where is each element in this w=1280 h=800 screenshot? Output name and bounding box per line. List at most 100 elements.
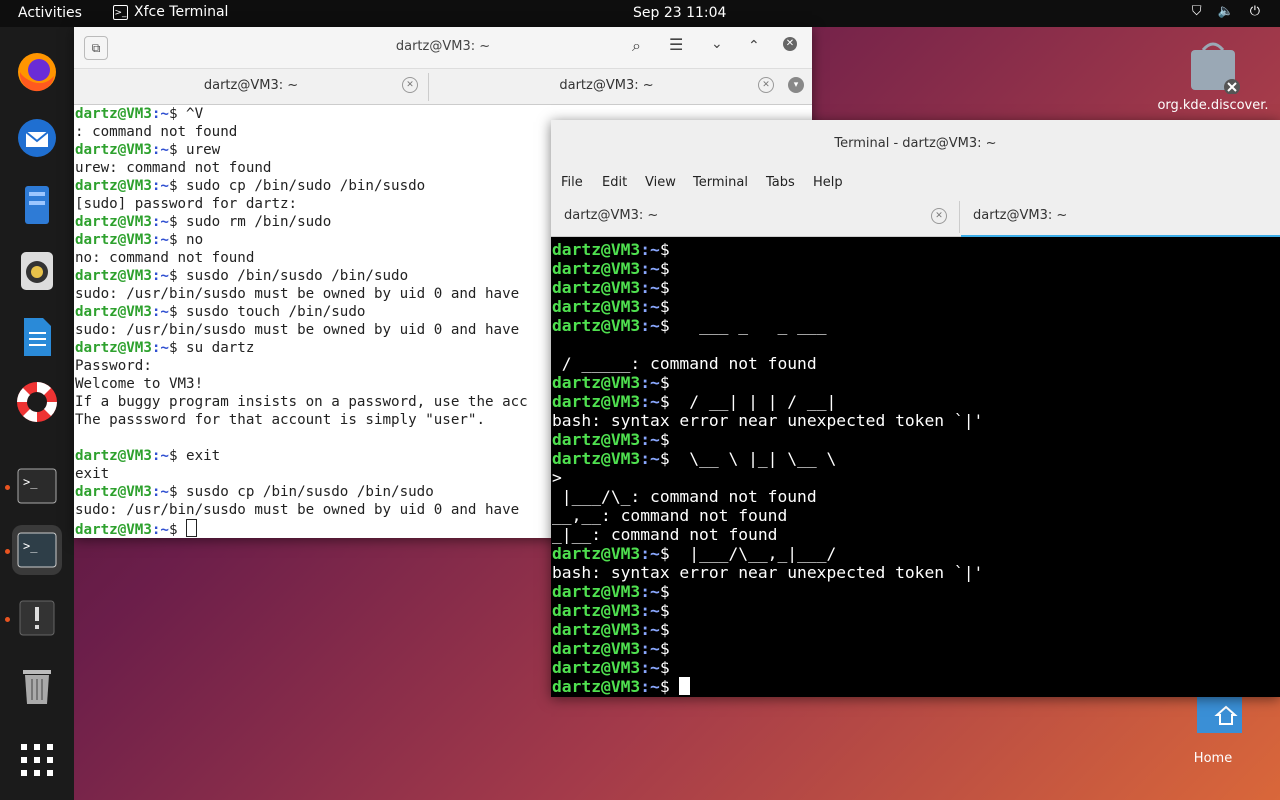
close-icon[interactable]: ✕ [783,37,797,51]
running-indicator [5,485,10,490]
prompt-path: :~ [640,373,660,392]
text-cursor [186,519,198,537]
menu-terminal[interactable]: Terminal [693,175,748,190]
prompt-user: dartz@VM3 [75,484,152,500]
prompt-path: :~ [151,268,169,284]
prompt-path: :~ [640,430,660,449]
app-menu[interactable]: >_ Xfce Terminal [113,4,228,20]
prompt-path: :~ [151,214,169,230]
firefox-icon[interactable] [12,47,62,97]
terminal-line: dartz@VM3:~$ sudo rm /bin/sudo [75,214,332,230]
prompt-user: dartz@VM3 [552,278,641,297]
terminal-active-icon[interactable]: >_ [12,525,62,575]
tab-1[interactable]: dartz@VM3: ~ [74,78,428,93]
app-name: Xfce Terminal [134,4,229,20]
terminal-output[interactable]: dartz@VM3:~$ ^V: command not found dartz@… [75,105,528,539]
terminal-line: dartz@VM3:~$ no [75,232,204,248]
maximize-icon[interactable]: ⌃ [748,38,760,54]
top-bar: Activities >_ Xfce Terminal Sep 23 11:04… [0,0,1280,27]
prompt-user: dartz@VM3 [552,297,641,316]
window-title: dartz@VM3: ~ [395,39,491,54]
help-icon[interactable] [12,377,62,427]
thunderbird-icon[interactable] [12,113,62,163]
running-indicator [5,549,10,554]
files-icon[interactable] [12,179,62,229]
tab-bar: dartz@VM3: ~ ✕ dartz@VM3: ~ ✕ ▾ [74,69,812,105]
warning-icon[interactable] [12,593,62,643]
terminal-line: dartz@VM3:~$ [552,430,670,449]
terminal-line: bash: syntax error near unexpected token… [552,411,984,430]
prompt-path: :~ [640,601,660,620]
terminal-output[interactable]: dartz@VM3:~$ dartz@VM3:~$ dartz@VM3:~$ dart… [552,240,983,696]
prompt-user: dartz@VM3 [552,240,641,259]
tab-list-icon[interactable]: ▾ [788,77,804,93]
prompt-path: :~ [640,582,660,601]
close-tab-icon[interactable]: ✕ [402,77,418,93]
terminal-line: exit [75,466,110,482]
terminal-line: sudo: /usr/bin/susdo must be owned by ui… [75,322,520,338]
prompt-user: dartz@VM3 [75,142,152,158]
trash-icon[interactable] [12,659,62,709]
terminal-line: no: command not found [75,250,255,266]
prompt-user: dartz@VM3 [552,658,641,677]
prompt-path: :~ [640,297,660,316]
store-icon [1191,42,1240,95]
terminal-line: dartz@VM3:~$ [552,601,670,620]
prompt-user: dartz@VM3 [75,178,152,194]
activities-button[interactable]: Activities [18,5,82,21]
tab-2[interactable]: dartz@VM3: ~ [429,78,784,93]
terminal-line: |___/\_: command not found [552,487,817,506]
system-tray[interactable]: ⛉ 🔈 ⏻ [1192,4,1260,19]
tab-bar: dartz@VM3: ~ ✕ dartz@VM3: ~ [551,198,1280,237]
menu-icon[interactable]: ☰ [669,35,683,54]
clock[interactable]: Sep 23 11:04 [633,5,726,21]
menu-tabs[interactable]: Tabs [766,175,795,190]
tab-2-active[interactable]: dartz@VM3: ~ [973,208,1067,223]
close-tab-icon[interactable]: ✕ [931,208,947,224]
menu-edit[interactable]: Edit [602,175,627,190]
power-icon: ⏻ [1249,4,1260,19]
window-titlebar[interactable]: ⧉ dartz@VM3: ~ ⌕ ☰ ⌄ ⌃ ✕ [74,27,812,69]
terminal-line: dartz@VM3:~$ susdo touch /bin/sudo [75,304,366,320]
terminal-icon[interactable]: >_ [12,461,62,511]
terminal-line: Welcome to VM3! [75,376,204,392]
terminal-line: sudo: /usr/bin/susdo must be owned by ui… [75,286,520,302]
terminal-line: dartz@VM3:~$ [552,582,670,601]
volume-icon: 🔈 [1217,4,1234,19]
discover-desktop-icon[interactable]: org.kde.discover. [1150,38,1276,113]
close-tab-icon[interactable]: ✕ [758,77,774,93]
svg-text:>_: >_ [23,539,38,553]
prompt-path: :~ [640,259,660,278]
terminal-line: bash: syntax error near unexpected token… [552,563,984,582]
prompt-user: dartz@VM3 [552,316,641,335]
prompt-user: dartz@VM3 [75,268,152,284]
terminal-line: __,__: command not found [552,506,788,525]
menu-help[interactable]: Help [813,175,843,190]
prompt-user: dartz@VM3 [75,214,152,230]
menu-view[interactable]: View [645,175,676,190]
terminal-window-front[interactable]: Terminal - dartz@VM3: ~ File Edit View T… [551,120,1280,697]
prompt-path: :~ [151,484,169,500]
window-titlebar[interactable]: Terminal - dartz@VM3: ~ [551,120,1280,168]
terminal-line: dartz@VM3:~$ [552,620,670,639]
search-icon[interactable]: ⌕ [632,36,641,56]
terminal-line: dartz@VM3:~$ [552,639,670,658]
prompt-path: :~ [151,448,169,464]
terminal-line: dartz@VM3:~$ ___ _ _ ___ [552,316,827,335]
terminal-line: dartz@VM3:~$ \__ \ |_| \__ \ [552,449,837,468]
prompt-user: dartz@VM3 [75,232,152,248]
terminal-line: dartz@VM3:~$ [552,240,670,259]
tab-1[interactable]: dartz@VM3: ~ [564,208,658,223]
terminal-line: The passsword for that account is simply… [75,412,485,428]
prompt-user: dartz@VM3 [75,340,152,356]
minimize-icon[interactable]: ⌄ [711,36,723,52]
terminal-line: urew: command not found [75,160,272,176]
home-desktop-icon[interactable]: Home [1170,697,1256,766]
prompt-path: :~ [640,449,660,468]
prompt-path: :~ [640,544,660,563]
prompt-path: :~ [151,304,169,320]
rhythmbox-icon[interactable] [12,245,62,295]
app-grid-icon[interactable] [12,735,62,785]
writer-icon[interactable] [12,311,62,361]
menu-file[interactable]: File [561,175,583,190]
